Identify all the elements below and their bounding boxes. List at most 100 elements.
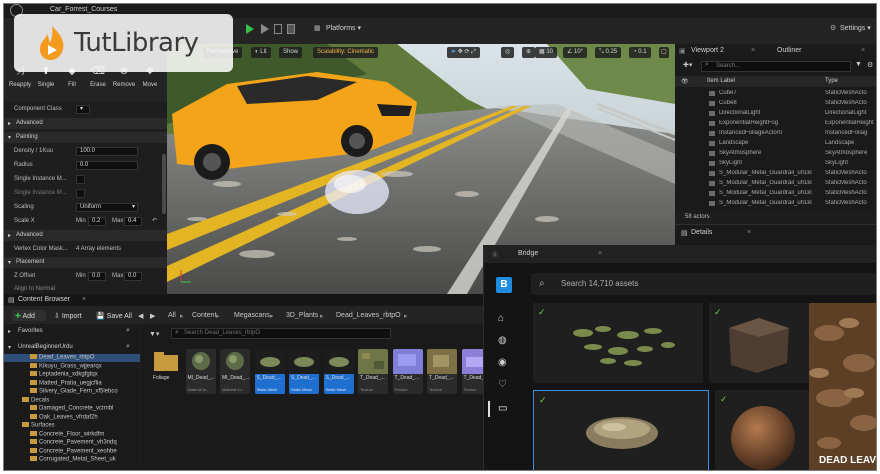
folder-tile[interactable]: Foliage	[151, 349, 181, 394]
folder-tree-item[interactable]: Concrete_Floor_wirkdfm	[4, 430, 140, 439]
play-icon[interactable]	[246, 24, 254, 34]
add-button[interactable]: ✚ Add	[12, 310, 46, 321]
forward-icon[interactable]: ▶	[150, 312, 155, 320]
reset-icon[interactable]: ↶	[152, 217, 157, 224]
outliner-row[interactable]: S_Modular_Metal_Guardrail_uh1kl StaticMes…	[675, 198, 876, 208]
folder-tree-item[interactable]: Surfaces	[4, 422, 140, 430]
single-instance2-checkbox[interactable]	[76, 189, 85, 198]
section-placement[interactable]: ▾ Placement	[4, 257, 167, 268]
bridge-logo-icon[interactable]: B	[496, 277, 512, 293]
asset-tile[interactable]: S_Dead_... Static Mesh	[323, 349, 354, 394]
outliner-row[interactable]: ExponentialHeightFog ExponentialHeight	[675, 118, 876, 128]
play-next-icon[interactable]	[261, 24, 269, 34]
content-search[interactable]: Search Dead_Leaves_rbtpO	[171, 328, 391, 339]
folder-tree-item[interactable]: Matted_Pratia_uegjcflia	[4, 379, 140, 388]
settings-button[interactable]: Settings ▾	[840, 24, 871, 38]
outliner-row[interactable]: S_Modular_Metal_Guardrail_uh1kl StaticMes…	[675, 168, 876, 178]
gear-icon[interactable]: ⚙	[867, 61, 873, 69]
breadcrumb-content[interactable]: Content	[192, 312, 217, 319]
column-item-label[interactable]: Item Label	[707, 78, 735, 84]
tool-move[interactable]: Move	[138, 82, 162, 88]
folder-tree-item[interactable]: Leptadenia_xdkgfgtqx	[4, 371, 140, 379]
outliner-row[interactable]: S_Modular_Metal_Guardrail_uh1kl StaticMes…	[675, 188, 876, 198]
tool-fill[interactable]: Fill	[60, 82, 84, 88]
panel-scrollbar[interactable]	[162, 154, 166, 214]
outliner-row[interactable]: SkyAtmosphere SkyAtmosphere	[675, 148, 876, 158]
tab-viewport-2[interactable]: Viewport 2	[691, 47, 724, 54]
asset-tile[interactable]: T_Dead_... Texture	[358, 349, 388, 394]
density-field[interactable]: 100.0	[76, 147, 138, 156]
close-icon[interactable]: ×	[598, 250, 602, 257]
bridge-search[interactable]: ⌕ Search 14,710 assets	[531, 273, 876, 295]
pause-icon[interactable]	[274, 24, 282, 34]
outliner-row[interactable]: DirectionalLight DirectionalLight	[675, 108, 876, 118]
section-advanced-2[interactable]: ▸ Advanced	[4, 230, 167, 241]
asset-tile[interactable]: MI_Dead_... Material In...	[185, 349, 216, 394]
add-actor-icon[interactable]: ✚▾	[683, 61, 692, 69]
z-offset-max-field[interactable]: 0.0	[124, 272, 142, 281]
filter-icon[interactable]: ▼	[855, 61, 862, 68]
asset-card[interactable]: ✓	[709, 303, 809, 383]
camera-speed[interactable]: ◔ 0.1	[629, 47, 651, 58]
asset-tile[interactable]: S_Dead_... Static Mesh	[289, 349, 319, 394]
maximize-icon[interactable]: ▢	[659, 47, 669, 58]
lit-button[interactable]: ◐ Lit	[251, 47, 271, 58]
folder-tree-item[interactable]: Decals	[4, 396, 140, 405]
details-title[interactable]: Details	[691, 229, 712, 236]
folder-tree-item[interactable]: Silvery_Glade_Fern_xf5lebco	[4, 388, 140, 396]
scale-snap[interactable]: ⤡ 0.25	[595, 47, 622, 58]
outliner-row[interactable]: InstancedFoliageActor0 InstancedFoliag	[675, 128, 876, 138]
folder-tree-item[interactable]: Dead_Leaves_rbtpO	[4, 354, 140, 362]
close-icon[interactable]: ×	[751, 47, 755, 54]
z-offset-min-field[interactable]: 0.0	[88, 272, 106, 281]
platforms-button[interactable]: Platforms ▾	[326, 24, 361, 38]
close-icon[interactable]: ×	[861, 47, 865, 54]
outliner-row[interactable]: S_Modular_Metal_Guardrail_uh1kl StaticMes…	[675, 178, 876, 188]
surface-snap-icon[interactable]: ◎	[501, 47, 515, 58]
component-class-dropdown[interactable]: ▾	[76, 105, 90, 114]
grid-snap[interactable]: ▦ 10	[535, 47, 558, 58]
import-button[interactable]: ⇩ Import	[54, 312, 82, 320]
show-button[interactable]: Show	[279, 47, 303, 58]
radius-field[interactable]: 0.0	[76, 161, 138, 170]
asset-tile[interactable]: T_Dead_... Texture	[427, 349, 457, 394]
outliner-row[interactable]: Cube8 StaticMeshActo	[675, 98, 876, 108]
single-instance-checkbox[interactable]	[76, 175, 85, 184]
search-icon[interactable]: ⌕	[126, 343, 130, 351]
globe-icon[interactable]: ◍	[498, 335, 507, 346]
folder-tree-item[interactable]: Oak_Leaves_vfrdaf2h	[4, 413, 140, 422]
home-icon[interactable]: ⌂	[498, 313, 504, 324]
outliner-row[interactable]: SkyLight SkyLight	[675, 158, 876, 168]
content-browser-tab[interactable]: Content Browser	[18, 296, 70, 303]
project-root[interactable]: UnrealBeginnerUrdu	[18, 344, 73, 350]
folder-tree-item[interactable]: Kikuyu_Grass_wjjearqx	[4, 362, 140, 371]
favorites-section[interactable]: Favorites	[18, 328, 43, 334]
section-advanced[interactable]: ▸ Advanced	[4, 118, 167, 129]
asset-tile[interactable]: T_Dead_... Texture	[392, 349, 423, 394]
asset-card[interactable]: ✓	[533, 303, 703, 383]
outliner-search[interactable]: Search...	[701, 61, 851, 72]
featured-asset-panel[interactable]: DEAD LEAVE	[809, 303, 876, 470]
select-icon[interactable]: ➤	[451, 49, 456, 55]
tool-erase[interactable]: Erase	[86, 82, 110, 88]
tool-reapply[interactable]: Reapply	[8, 82, 32, 88]
asset-card-selected[interactable]: ✓	[533, 390, 709, 470]
folder-tree-item[interactable]: Damaged_Concrete_vctmbl	[4, 405, 140, 413]
project-tab[interactable]: Car_Forrest_Courses	[50, 6, 117, 13]
outliner-row[interactable]: Landscape Landscape	[675, 138, 876, 148]
section-painting[interactable]: ▾ Painting	[4, 132, 167, 143]
tab-outliner[interactable]: Outliner	[777, 47, 802, 54]
tool-remove[interactable]: Remove	[112, 82, 136, 88]
local-library-icon[interactable]: ▭	[498, 403, 507, 414]
folder-tree-item[interactable]: Concrete_Pavement_xeohbe	[4, 447, 140, 456]
asset-card[interactable]: ✓	[715, 390, 809, 470]
heart-icon[interactable]: ♡	[498, 379, 507, 390]
user-icon[interactable]: ◉	[498, 357, 507, 368]
scale-x-min-field[interactable]: 0.2	[88, 217, 106, 226]
folder-tree-item[interactable]: Corrugated_Metal_Sheet_uk	[4, 456, 140, 464]
back-icon[interactable]: ◀	[138, 312, 143, 320]
close-icon[interactable]: ×	[747, 229, 751, 236]
tool-single[interactable]: Single	[34, 82, 58, 88]
stop-icon[interactable]	[287, 24, 295, 34]
scalability-button[interactable]: Scalability: Cinematic	[313, 47, 379, 58]
